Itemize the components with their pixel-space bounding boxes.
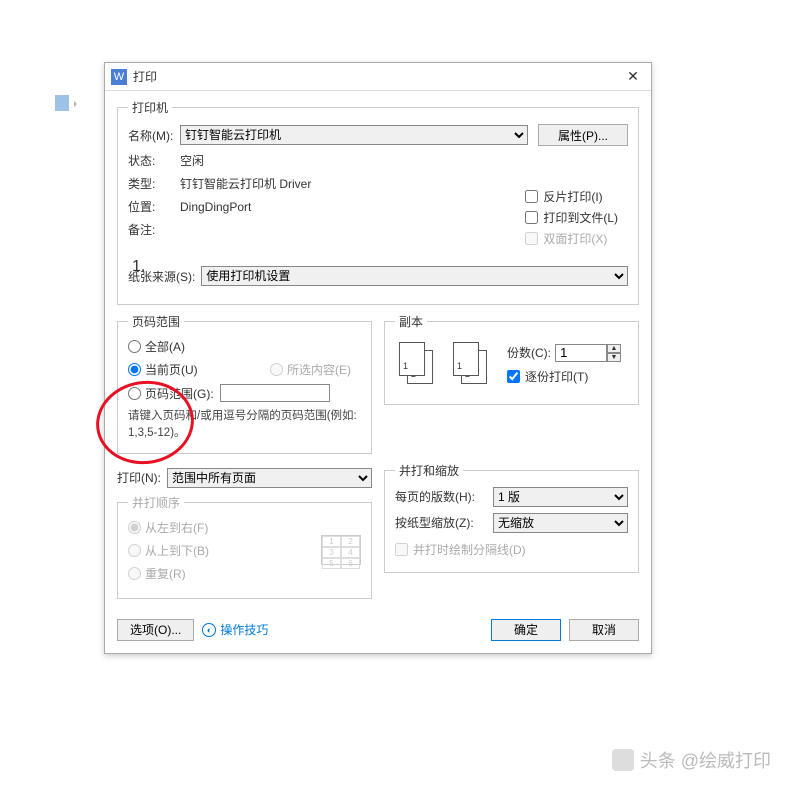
print-to-file-checkbox[interactable]: 打印到文件(L) [525, 209, 618, 226]
lightbulb-icon: ◐ [202, 623, 216, 637]
reverse-print-checkbox[interactable]: 反片打印(I) [525, 188, 618, 205]
type-label: 类型: [128, 175, 180, 192]
options-button[interactable]: 选项(O)... [117, 619, 194, 641]
copies-spinner[interactable]: ▲ ▼ [555, 344, 621, 362]
page-range-hint: 请键入页码和/或用逗号分隔的页码范围(例如: 1,3,5-12)。 [128, 408, 361, 443]
scale-to-size-label: 按纸型缩放(Z): [395, 514, 487, 531]
dialog-title: 打印 [133, 68, 621, 85]
order-diagram: 123456 [321, 535, 361, 565]
copies-input [555, 344, 607, 362]
range-current-radio[interactable]: 当前页(U) [128, 361, 198, 378]
pages-per-sheet-label: 每页的版数(H): [395, 488, 487, 505]
watermark-icon [612, 749, 634, 771]
page-range-input[interactable] [220, 384, 330, 402]
range-pages-radio[interactable]: 页码范围(G): [128, 384, 361, 402]
properties-button[interactable]: 属性(P)... [538, 124, 628, 146]
paper-source-label: 纸张来源(S): [128, 268, 195, 285]
app-icon: W [111, 69, 127, 85]
copies-legend: 副本 [395, 313, 427, 330]
where-label: 位置: [128, 198, 180, 215]
print-what-select[interactable]: 范围中所有页面 [167, 468, 372, 488]
printer-select[interactable]: 钉钉智能云打印机 [180, 125, 528, 145]
pages-per-sheet-select[interactable]: 1 版 [493, 487, 628, 507]
copies-label: 份数(C): [507, 344, 551, 361]
watermark: 头条 @绘威打印 [612, 747, 771, 773]
tips-link[interactable]: ◐ 操作技巧 [202, 621, 268, 638]
page-range-legend: 页码范围 [128, 313, 184, 330]
titlebar: W 打印 ✕ [105, 63, 651, 91]
where-value: DingDingPort [180, 200, 251, 214]
status-value: 空闲 [180, 152, 204, 169]
print-what-label: 打印(N): [117, 469, 161, 486]
printer-legend: 打印机 [128, 99, 172, 116]
range-all-radio[interactable]: 全部(A) [128, 338, 361, 355]
duplex-checkbox: 双面打印(X) [525, 230, 618, 247]
scale-legend: 并打和缩放 [395, 462, 463, 479]
spin-down[interactable]: ▼ [607, 353, 621, 362]
print-dialog: W 打印 ✕ 打印机 名称(M): 钉钉智能云打印机 属性(P)... 状态: … [104, 62, 652, 654]
print-order-group: 并打顺序 从左到右(F) 从上到下(B) 重复(R) 123456 [117, 494, 372, 599]
type-value: 钉钉智能云打印机 Driver [180, 175, 311, 192]
ok-button[interactable]: 确定 [491, 619, 561, 641]
paper-source-select[interactable]: 使用打印机设置 [201, 266, 628, 286]
copies-group: 副本 21 21 份数(C): [384, 313, 639, 405]
spin-up[interactable]: ▲ [607, 344, 621, 353]
status-label: 状态: [128, 152, 180, 169]
order-lr-radio: 从左到右(F) [128, 519, 361, 536]
comment-label: 备注: [128, 221, 180, 238]
print-order-legend: 并打顺序 [128, 494, 184, 511]
printer-group: 打印机 名称(M): 钉钉智能云打印机 属性(P)... 状态: 空闲 类型: … [117, 99, 639, 305]
close-button[interactable]: ✕ [621, 68, 645, 86]
name-label: 名称(M): [128, 127, 180, 144]
page-range-group: 页码范围 全部(A) 当前页(U) 所选内容(E) 页码范围(G): [117, 313, 372, 454]
cancel-button[interactable]: 取消 [569, 619, 639, 641]
range-selection-radio: 所选内容(E) [270, 361, 351, 378]
collate-diagram: 21 21 [399, 342, 489, 386]
document-icon [55, 95, 69, 111]
collate-checkbox[interactable]: 逐份打印(T) [507, 368, 621, 385]
draw-divider-checkbox: 并打时绘制分隔线(D) [395, 541, 628, 558]
scale-to-size-select[interactable]: 无缩放 [493, 513, 628, 533]
scale-group: 并打和缩放 每页的版数(H): 1 版 按纸型缩放(Z): 无缩放 [384, 462, 639, 573]
